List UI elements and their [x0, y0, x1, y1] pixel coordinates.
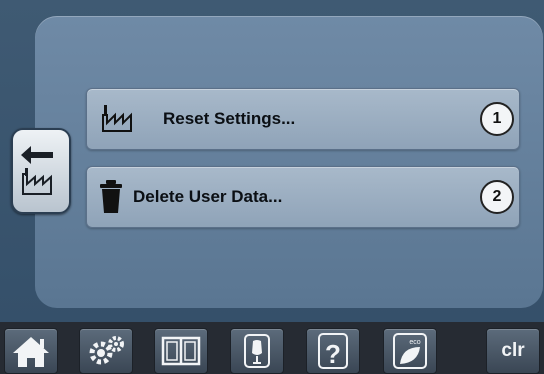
back-button[interactable]: [11, 128, 71, 214]
home-button[interactable]: [4, 328, 58, 374]
badge-1: 1: [480, 102, 514, 136]
svg-text:?: ?: [325, 339, 341, 369]
eco-leaf-icon: eco: [393, 333, 427, 369]
screen: Reset Settings... 1 Delete User Data... …: [0, 0, 544, 322]
manual-button[interactable]: [154, 328, 208, 374]
taskbar: ? eco clr: [0, 322, 544, 374]
svg-text:eco: eco: [409, 339, 420, 346]
factory-icon: [102, 105, 132, 132]
help-icon: ?: [318, 333, 348, 369]
home-icon: [13, 337, 49, 367]
back-arrow-icon: [21, 146, 53, 195]
trash-icon: [100, 180, 122, 213]
delete-user-data-button[interactable]: Delete User Data... 2: [86, 166, 520, 228]
help-button[interactable]: ?: [306, 328, 360, 374]
dress-form-icon: [244, 334, 270, 368]
reset-settings-label: Reset Settings...: [163, 109, 296, 128]
gears-icon: [89, 336, 124, 365]
clear-label: clr: [501, 340, 525, 361]
book-icon: [161, 336, 201, 366]
badge-2: 2: [480, 180, 514, 214]
reset-settings-button[interactable]: Reset Settings... 1: [86, 88, 520, 150]
delete-user-data-label: Delete User Data...: [133, 187, 283, 206]
tutorial-button[interactable]: [230, 328, 284, 374]
main-panel: [35, 16, 543, 308]
clear-button[interactable]: clr: [486, 328, 540, 374]
settings-button[interactable]: [79, 328, 133, 374]
eco-button[interactable]: eco: [383, 328, 437, 374]
